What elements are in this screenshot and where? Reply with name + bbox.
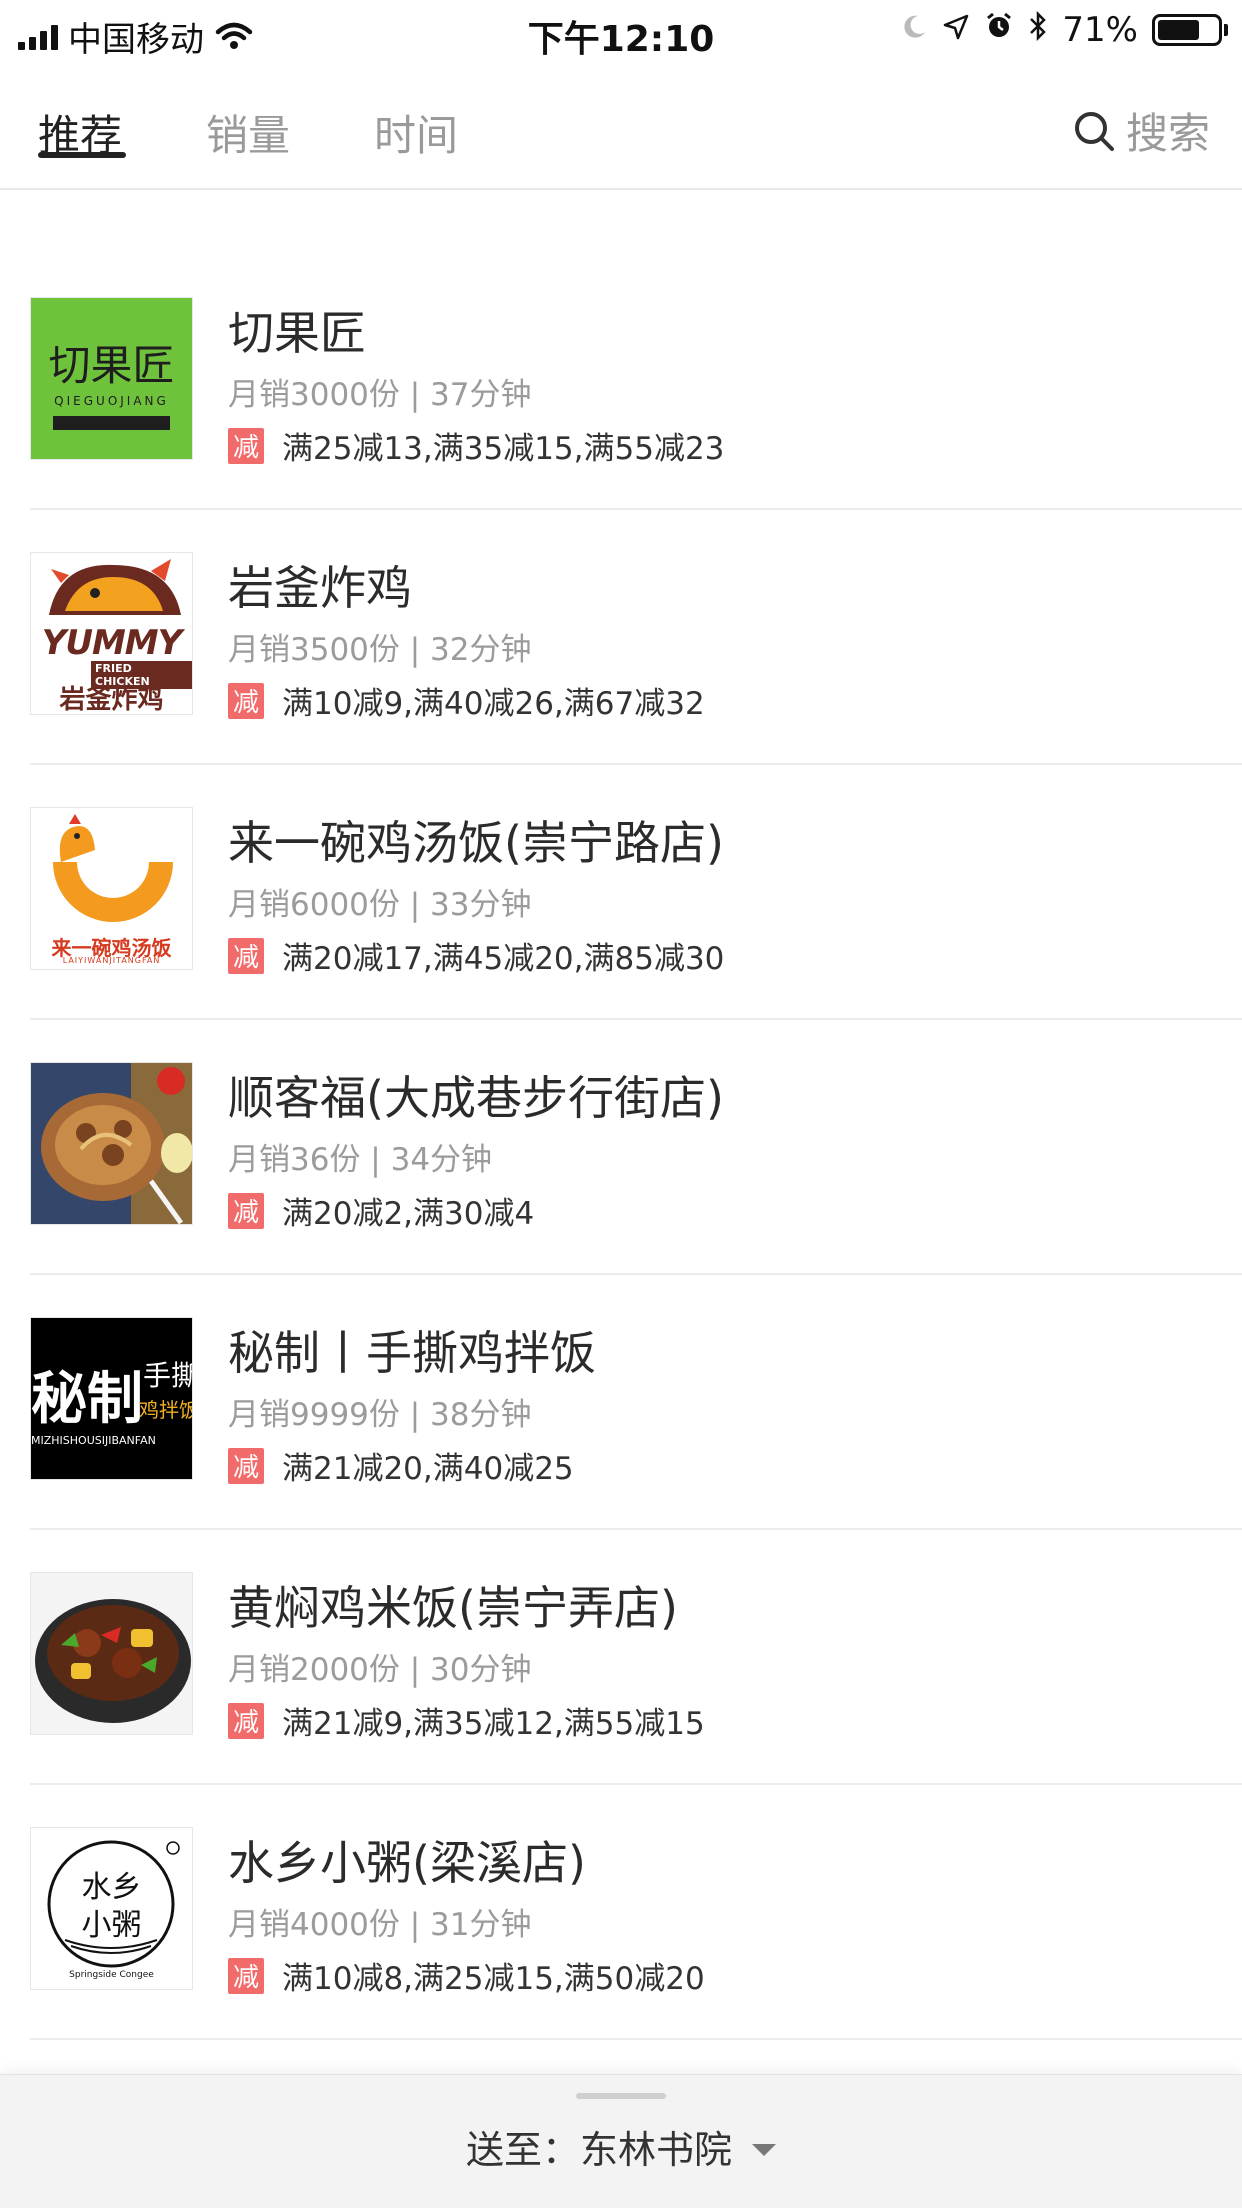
promo-text: 满25减13,满35减15,满55减23: [282, 431, 725, 467]
battery-icon: [1152, 14, 1228, 46]
restaurant-meta: 月销6000份 | 33分钟: [228, 887, 532, 923]
restaurant-meta: 月销36份 | 34分钟: [228, 1142, 493, 1178]
discount-badge: 减: [228, 1447, 264, 1484]
restaurant-meta: 月销9999份 | 38分钟: [228, 1397, 532, 1433]
discount-badge: 减: [228, 1957, 264, 1994]
drag-handle[interactable]: [576, 2093, 666, 2099]
discount-badge: 减: [228, 682, 264, 719]
restaurant-photo: [30, 1572, 193, 1735]
promo-line: 减 满10减9,满40减26,满67减32: [228, 678, 705, 723]
promo-text: 满20减17,满45减20,满85减30: [282, 941, 725, 977]
promo-text: 满21减9,满35减12,满55减15: [282, 1706, 705, 1742]
restaurant-photo: [30, 1062, 193, 1225]
restaurant-row[interactable]: YUMMY FRIED CHICKEN 岩釜炸鸡 岩釜炸鸡 月销3500份 | …: [30, 510, 1242, 765]
restaurant-name: 切果匠: [228, 306, 366, 360]
restaurant-logo: 来一碗鸡汤饭 LAIYIWANJITANGFAN: [30, 807, 193, 970]
status-right: 71%: [900, 10, 1228, 50]
restaurant-name: 岩釜炸鸡: [228, 561, 412, 615]
delivery-address[interactable]: 送至：东林书院: [0, 2119, 1242, 2174]
location-icon: [942, 10, 970, 50]
restaurant-logo: YUMMY FRIED CHICKEN 岩釜炸鸡: [30, 552, 193, 715]
discount-badge: 减: [228, 427, 264, 464]
restaurant-name: 水乡小粥(梁溪店): [228, 1836, 586, 1890]
caret-down-icon: [752, 2143, 776, 2156]
search-icon: [1074, 111, 1114, 151]
restaurant-row[interactable]: 水乡 小粥 Springside Congee 水乡小粥(梁溪店) 月销4000…: [30, 1785, 1242, 2040]
battery-percent: 71%: [1062, 10, 1138, 50]
battery-fill: [1158, 20, 1200, 40]
tab-time[interactable]: 时间: [374, 102, 458, 163]
promo-text: 满21减20,满40减25: [282, 1451, 574, 1487]
restaurant-name: 来一碗鸡汤饭(崇宁路店): [228, 816, 724, 870]
promo-line: 减 满21减9,满35减12,满55减15: [228, 1698, 705, 1743]
moon-icon: [900, 10, 928, 50]
restaurant-row[interactable]: 黄焖鸡米饭(崇宁弄店) 月销2000份 | 30分钟 减 满21减9,满35减1…: [30, 1530, 1242, 1785]
status-bar: 中国移动 下午12:10 71%: [0, 0, 1242, 62]
discount-badge: 减: [228, 1702, 264, 1739]
restaurant-name: 黄焖鸡米饭(崇宁弄店): [228, 1581, 678, 1635]
bluetooth-icon: [1028, 10, 1048, 50]
promo-line: 减 满21减20,满40减25: [228, 1443, 574, 1488]
restaurant-meta: 月销3500份 | 32分钟: [228, 632, 532, 668]
restaurant-logo: 切果匠 QIEGUOJIANG: [30, 297, 193, 460]
restaurant-name: 顺客福(大成巷步行街店): [228, 1071, 724, 1125]
promo-line: 减 满10减8,满25减15,满50减20: [228, 1953, 705, 1998]
restaurant-row[interactable]: 顺客福(大成巷步行街店) 月销36份 | 34分钟 减 满20减2,满30减4: [30, 1020, 1242, 1275]
promo-line: 减 满25减13,满35减15,满55减23: [228, 423, 724, 468]
restaurant-row[interactable]: 秘制 手撕 鸡拌饭 MIZHISHOUSIJIBANFAN 秘制丨手撕鸡拌饭 月…: [30, 1275, 1242, 1530]
active-tab-indicator: [38, 152, 126, 158]
restaurant-logo: 水乡 小粥 Springside Congee: [30, 1827, 193, 1990]
restaurant-meta: 月销2000份 | 30分钟: [228, 1652, 532, 1688]
promo-line: 减 满20减2,满30减4: [228, 1188, 534, 1233]
promo-line: 减 满20减17,满45减20,满85减30: [228, 933, 724, 978]
restaurant-name: 秘制丨手撕鸡拌饭: [228, 1326, 596, 1380]
restaurant-row[interactable]: 切果匠 QIEGUOJIANG 切果匠 月销3000份 | 37分钟 减 满25…: [30, 255, 1242, 510]
restaurant-logo: 秘制 手撕 鸡拌饭 MIZHISHOUSIJIBANFAN: [30, 1317, 193, 1480]
discount-badge: 减: [228, 937, 264, 974]
search-label: 搜索: [1125, 109, 1210, 158]
divider: [30, 2038, 1242, 2040]
delivery-address-label: 送至：东林书院: [465, 2128, 732, 2172]
delivery-address-bar[interactable]: 送至：东林书院: [0, 2074, 1242, 2208]
alarm-icon: [984, 10, 1014, 50]
tab-sales[interactable]: 销量: [206, 102, 290, 163]
search-button[interactable]: 搜索: [1072, 100, 1210, 161]
promo-text: 满20减2,满30减4: [282, 1196, 535, 1232]
discount-badge: 减: [228, 1192, 264, 1229]
promo-text: 满10减8,满25减15,满50减20: [282, 1961, 705, 1997]
promo-text: 满10减9,满40减26,满67减32: [282, 686, 705, 722]
restaurant-row[interactable]: 来一碗鸡汤饭 LAIYIWANJITANGFAN 来一碗鸡汤饭(崇宁路店) 月销…: [30, 765, 1242, 1020]
restaurant-meta: 月销3000份 | 37分钟: [228, 377, 532, 413]
restaurant-meta: 月销4000份 | 31分钟: [228, 1907, 532, 1943]
sort-tabs: 推荐 销量 时间: [0, 86, 1242, 190]
